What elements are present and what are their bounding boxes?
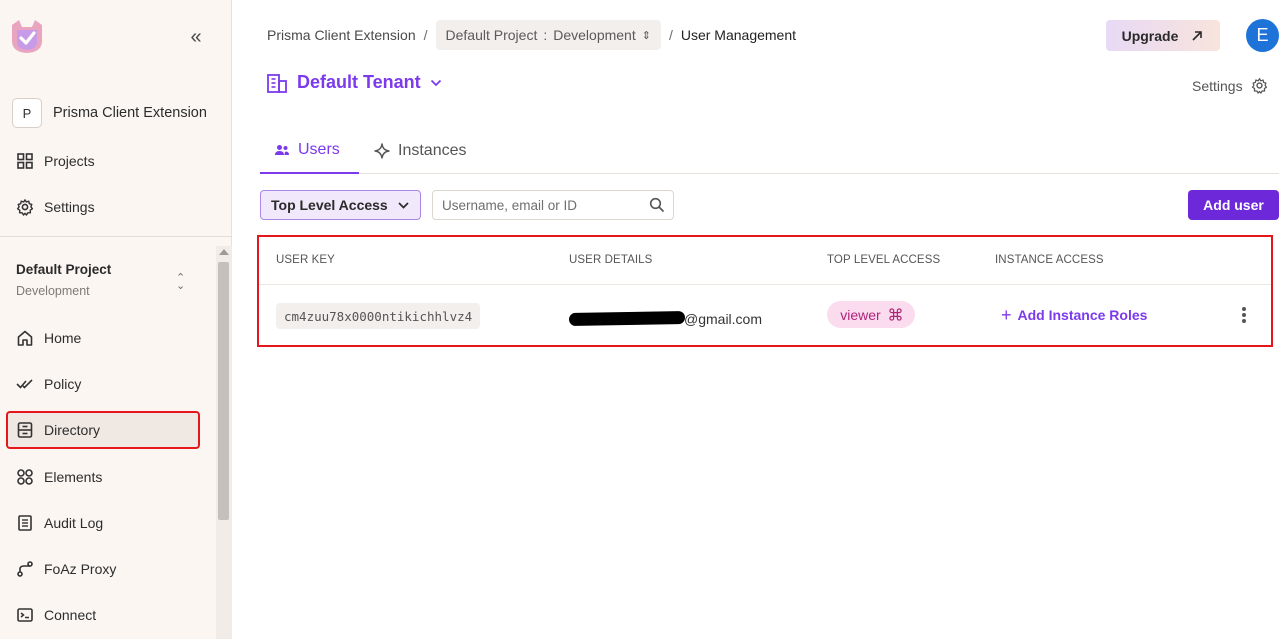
- org-switcher[interactable]: P Prisma Client Extension: [12, 98, 207, 128]
- user-email: @gmail.com: [684, 311, 763, 327]
- role-badge-viewer[interactable]: viewer: [827, 301, 915, 328]
- breadcrumb: Prisma Client Extension / Default Projec…: [267, 20, 796, 50]
- sidebar-item-label: Projects: [44, 153, 95, 169]
- breadcrumb-current: User Management: [680, 27, 797, 43]
- sidebar-scroll-thumb[interactable]: [218, 262, 229, 520]
- breadcrumb-env: Development: [553, 27, 636, 43]
- add-instance-roles-button[interactable]: + Add Instance Roles: [1001, 305, 1148, 325]
- org-name: Prisma Client Extension: [53, 105, 207, 121]
- filter-label: Top Level Access: [271, 197, 388, 213]
- column-header-instance-access: INSTANCE ACCESS: [995, 254, 1104, 266]
- tenant-settings-link[interactable]: Settings: [1192, 77, 1268, 94]
- elements-icon: [17, 469, 33, 485]
- gear-icon: [1251, 78, 1267, 94]
- terminal-icon: [17, 608, 33, 622]
- redacted-email-mark: [568, 310, 686, 327]
- home-icon: [17, 330, 33, 346]
- user-key-chip[interactable]: cm4zuu78x0000ntikichhlvz4: [276, 303, 481, 329]
- project-name: Default Project: [16, 262, 112, 277]
- gear-icon: [16, 199, 34, 216]
- tab-label: Users: [298, 140, 340, 158]
- breadcrumb-colon: :: [543, 27, 548, 43]
- sidebar-item-label: Connect: [44, 607, 97, 623]
- breadcrumb-separator: /: [423, 27, 428, 43]
- sidebar-item-label: Elements: [44, 469, 103, 485]
- command-icon: [889, 308, 902, 321]
- table-divider: [259, 284, 1271, 285]
- sidebar-item-connect[interactable]: Connect: [8, 598, 198, 632]
- top-level-access-filter[interactable]: Top Level Access: [260, 190, 421, 220]
- sidebar-item-label: FoAz Proxy: [44, 561, 117, 577]
- sidebar-item-elements[interactable]: Elements: [8, 460, 198, 494]
- tabs: Users Instances: [260, 127, 1279, 174]
- sidebar-item-directory[interactable]: Directory: [6, 411, 200, 449]
- upgrade-button[interactable]: Upgrade: [1106, 20, 1220, 51]
- proxy-icon: [17, 561, 33, 577]
- project-env-selector[interactable]: Default Project : Development ⇕: [435, 20, 661, 50]
- tab-label: Instances: [398, 141, 467, 159]
- column-header-user-details: USER DETAILS: [569, 254, 653, 266]
- sidebar-item-label: Audit Log: [44, 515, 104, 531]
- chevron-down-icon: [430, 79, 441, 86]
- tenant-selector[interactable]: Default Tenant: [266, 72, 442, 93]
- sidebar-item-projects[interactable]: Projects: [8, 144, 198, 178]
- building-icon: [267, 73, 287, 93]
- tab-instances[interactable]: Instances: [374, 127, 466, 174]
- sidebar-item-label: Settings: [44, 199, 95, 215]
- collapse-sidebar-icon[interactable]: «: [184, 26, 208, 48]
- sidebar-item-label: Home: [44, 330, 82, 346]
- search-input[interactable]: [433, 191, 633, 219]
- sparkle-icon: [374, 142, 390, 159]
- breadcrumb-org[interactable]: Prisma Client Extension: [267, 27, 416, 43]
- breadcrumb-separator: /: [668, 27, 673, 43]
- user-search-box: [432, 190, 674, 220]
- chevron-up-down-icon[interactable]: ⌃ ⌄: [176, 273, 185, 292]
- user-avatar[interactable]: E: [1246, 19, 1279, 52]
- sidebar-item-home[interactable]: Home: [8, 321, 198, 355]
- chevron-down-icon: [398, 201, 409, 209]
- list-icon: [18, 515, 32, 531]
- upgrade-label: Upgrade: [1121, 27, 1179, 44]
- plus-icon: +: [1001, 305, 1012, 325]
- sidebar: « P Prisma Client Extension Projects Set…: [0, 0, 232, 639]
- search-icon[interactable]: [649, 197, 665, 213]
- directory-icon: [17, 422, 33, 438]
- project-switcher[interactable]: Default Project Development: [16, 262, 111, 298]
- sidebar-item-foaz-proxy[interactable]: FoAz Proxy: [8, 552, 198, 586]
- sidebar-item-label: Policy: [44, 376, 82, 392]
- add-instance-roles-label: Add Instance Roles: [1017, 307, 1148, 323]
- project-env: Development: [16, 284, 90, 298]
- breadcrumb-project: Default Project: [445, 27, 538, 43]
- sidebar-divider: [0, 236, 232, 237]
- column-header-user-key: USER KEY: [276, 254, 335, 266]
- users-icon: [275, 144, 289, 155]
- app-logo-icon[interactable]: [8, 17, 46, 55]
- tab-users[interactable]: Users: [260, 127, 359, 174]
- check-check-icon: [16, 379, 33, 389]
- sidebar-item-policy[interactable]: Policy: [8, 367, 198, 401]
- tenant-name: Default Tenant: [297, 72, 421, 92]
- column-header-top-level-access: TOP LEVEL ACCESS: [827, 254, 941, 266]
- chevron-up-down-icon: ⇕: [641, 29, 651, 42]
- grid-icon: [17, 153, 33, 169]
- sidebar-item-label: Directory: [44, 422, 101, 438]
- add-user-button[interactable]: Add user: [1188, 190, 1279, 220]
- row-actions-kebab-icon[interactable]: [1238, 305, 1250, 325]
- arrow-up-right-icon: [1192, 30, 1203, 41]
- scroll-up-arrow-icon[interactable]: [219, 249, 229, 255]
- org-badge: P: [12, 98, 42, 128]
- sidebar-item-settings[interactable]: Settings: [8, 190, 198, 224]
- role-label: viewer: [840, 306, 881, 323]
- users-table: USER KEY USER DETAILS TOP LEVEL ACCESS I…: [257, 235, 1273, 347]
- settings-label: Settings: [1192, 77, 1243, 94]
- app: « P Prisma Client Extension Projects Set…: [0, 0, 1279, 639]
- sidebar-item-audit-log[interactable]: Audit Log: [8, 506, 198, 540]
